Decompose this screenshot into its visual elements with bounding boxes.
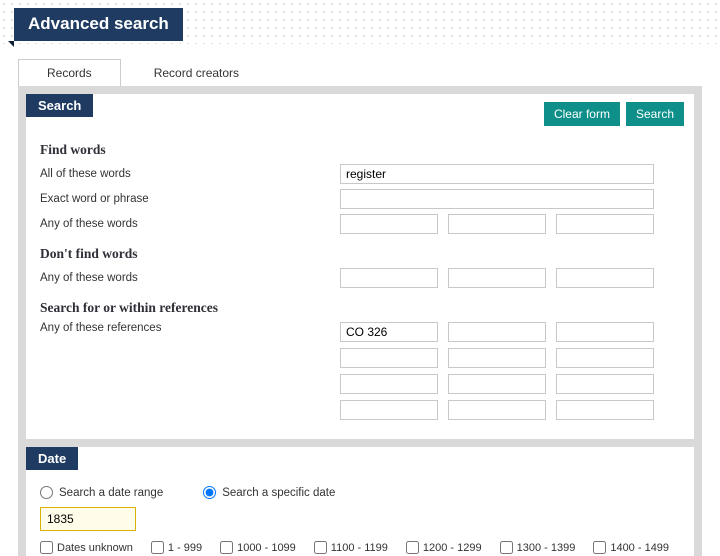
clear-form-button[interactable]: Clear form: [544, 102, 620, 126]
date-bucket-checkbox-3[interactable]: [314, 541, 327, 554]
refs-title: Search for or within references: [40, 300, 680, 316]
date-bucket-checkbox-1[interactable]: [151, 541, 164, 554]
all-words-input[interactable]: [340, 164, 654, 184]
date-specific-option[interactable]: Search a specific date: [203, 486, 335, 499]
date-bucket-label: 1000 - 1099: [237, 542, 296, 554]
date-specific-radio[interactable]: [203, 486, 216, 499]
ref-input-9[interactable]: [556, 374, 654, 394]
tab-bar: Records Record creators: [18, 59, 720, 86]
search-panel-label: Search: [26, 94, 93, 117]
ref-input-6[interactable]: [556, 348, 654, 368]
any-words-label: Any of these words: [40, 218, 340, 230]
date-panel-label: Date: [26, 447, 78, 470]
specific-year-input[interactable]: [40, 507, 136, 531]
any-words-input-1[interactable]: [340, 214, 438, 234]
ref-input-8[interactable]: [448, 374, 546, 394]
exact-phrase-label: Exact word or phrase: [40, 193, 340, 205]
dont-any-input-1[interactable]: [340, 268, 438, 288]
date-range-label: Search a date range: [59, 487, 163, 499]
date-bucket-label: 1200 - 1299: [423, 542, 482, 554]
ref-input-10[interactable]: [340, 400, 438, 420]
dont-find-title: Don't find words: [40, 246, 680, 262]
any-words-input-3[interactable]: [556, 214, 654, 234]
search-button[interactable]: Search: [626, 102, 684, 126]
date-bucket-3[interactable]: 1100 - 1199: [314, 541, 388, 554]
date-bucket-2[interactable]: 1000 - 1099: [220, 541, 296, 554]
date-bucket-4[interactable]: 1200 - 1299: [406, 541, 482, 554]
ref-input-7[interactable]: [340, 374, 438, 394]
ref-input-11[interactable]: [448, 400, 546, 420]
page-title: Advanced search: [14, 8, 183, 41]
tab-record-creators[interactable]: Record creators: [125, 59, 268, 86]
search-panel: Search Clear form Search Find words All …: [26, 94, 694, 439]
date-bucket-1[interactable]: 1 - 999: [151, 541, 202, 554]
dont-any-label: Any of these words: [40, 272, 340, 284]
find-words-title: Find words: [40, 142, 680, 158]
date-bucket-label: 1300 - 1399: [517, 542, 576, 554]
ref-input-5[interactable]: [448, 348, 546, 368]
ref-input-2[interactable]: [448, 322, 546, 342]
date-bucket-label: 1 - 999: [168, 542, 202, 554]
any-refs-label: Any of these references: [40, 322, 340, 334]
any-words-input-2[interactable]: [448, 214, 546, 234]
date-bucket-label: 1400 - 1499: [610, 542, 669, 554]
date-bucket-0[interactable]: Dates unknown: [40, 541, 133, 554]
date-bucket-checkbox-4[interactable]: [406, 541, 419, 554]
dont-any-input-3[interactable]: [556, 268, 654, 288]
tab-records[interactable]: Records: [18, 59, 121, 86]
date-bucket-checkbox-5[interactable]: [500, 541, 513, 554]
date-range-radio[interactable]: [40, 486, 53, 499]
date-bucket-checkbox-6[interactable]: [593, 541, 606, 554]
ref-input-1[interactable]: [340, 322, 438, 342]
date-bucket-6[interactable]: 1400 - 1499: [593, 541, 669, 554]
date-specific-label: Search a specific date: [222, 487, 335, 499]
date-bucket-label: 1100 - 1199: [331, 542, 388, 554]
date-bucket-label: Dates unknown: [57, 542, 133, 554]
all-words-label: All of these words: [40, 168, 340, 180]
date-panel: Date Search a date range Search a specif…: [26, 447, 694, 556]
ref-input-4[interactable]: [340, 348, 438, 368]
date-bucket-checkbox-2[interactable]: [220, 541, 233, 554]
date-bucket-checkbox-0[interactable]: [40, 541, 53, 554]
ref-input-3[interactable]: [556, 322, 654, 342]
ref-input-12[interactable]: [556, 400, 654, 420]
exact-phrase-input[interactable]: [340, 189, 654, 209]
date-bucket-5[interactable]: 1300 - 1399: [500, 541, 576, 554]
dont-any-input-2[interactable]: [448, 268, 546, 288]
date-range-option[interactable]: Search a date range: [40, 486, 163, 499]
date-buckets: Dates unknown 1 - 999 1000 - 1099 1100 - 11…: [40, 541, 680, 556]
